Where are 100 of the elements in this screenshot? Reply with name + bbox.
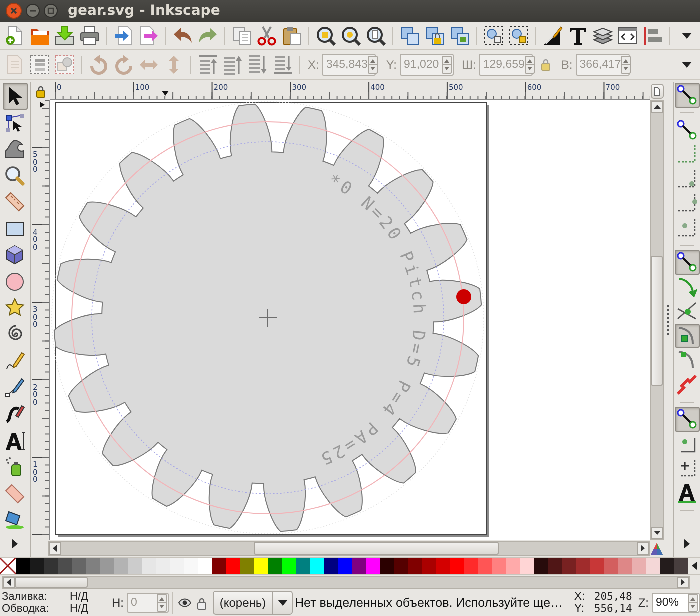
color-swatch[interactable] (394, 558, 408, 574)
scrollbar-thumb[interactable] (254, 542, 499, 555)
padlock-icon[interactable] (197, 596, 207, 610)
zoom-page-icon[interactable] (366, 26, 386, 46)
color-swatch[interactable] (86, 558, 100, 574)
color-swatch[interactable] (282, 558, 296, 574)
more-snap-icon[interactable] (684, 539, 690, 549)
printer-icon[interactable] (80, 26, 100, 46)
import-icon[interactable] (114, 26, 134, 46)
color-swatch[interactable] (72, 558, 86, 574)
color-swatch[interactable] (254, 558, 268, 574)
export-icon[interactable] (138, 26, 158, 46)
zoom-drawing-icon[interactable] (340, 26, 360, 46)
color-swatch[interactable] (520, 558, 534, 574)
minimize-icon[interactable] (26, 4, 40, 18)
ungroup-icon[interactable] (508, 26, 528, 46)
color-swatch[interactable] (170, 558, 184, 574)
close-icon[interactable] (6, 3, 22, 19)
color-swatch[interactable] (114, 558, 128, 574)
lower-to-bottom-icon[interactable] (272, 54, 292, 74)
align-icon[interactable] (642, 26, 662, 46)
new-document-icon[interactable] (4, 26, 24, 46)
download-tray-icon[interactable] (54, 26, 74, 46)
scroll-right-button[interactable] (677, 577, 689, 588)
color-swatch[interactable] (506, 558, 520, 574)
group-icon[interactable] (484, 26, 504, 46)
color-swatch[interactable] (618, 558, 632, 574)
color-swatch[interactable] (464, 558, 478, 574)
maximize-icon[interactable] (44, 4, 58, 18)
more-tools-icon[interactable] (12, 539, 18, 549)
corner-toggle-button[interactable] (650, 84, 664, 98)
color-swatch[interactable] (268, 558, 282, 574)
scroll-left-button[interactable] (3, 577, 15, 588)
invert-selection-icon[interactable] (54, 54, 74, 74)
layers-icon[interactable] (592, 26, 612, 46)
page-corner-icon[interactable] (654, 86, 660, 96)
color-swatch[interactable] (44, 558, 58, 574)
color-swatch[interactable] (226, 558, 240, 574)
color-swatch[interactable] (422, 558, 436, 574)
color-swatch[interactable] (184, 558, 198, 574)
color-swatch[interactable] (604, 558, 618, 574)
color-swatch[interactable] (156, 558, 170, 574)
color-swatch[interactable] (436, 558, 450, 574)
color-swatch[interactable] (590, 558, 604, 574)
spin-arrows-icon[interactable] (688, 594, 698, 612)
color-swatch[interactable] (58, 558, 72, 574)
select-all-icon[interactable] (30, 54, 50, 74)
caret-icon[interactable] (278, 600, 288, 606)
raise-to-top-icon[interactable] (198, 54, 218, 74)
overflow-caret-icon[interactable] (682, 32, 692, 38)
color-swatch[interactable] (296, 558, 310, 574)
eye-icon[interactable] (178, 598, 192, 608)
lower-icon[interactable] (248, 54, 268, 74)
clipboard-icon[interactable] (282, 26, 302, 46)
color-swatch[interactable] (338, 558, 352, 574)
scrollbar-thumb[interactable] (15, 577, 88, 588)
text-format-icon[interactable] (568, 26, 588, 46)
color-swatch[interactable] (674, 558, 688, 574)
padlock-icon[interactable] (36, 84, 46, 98)
color-swatch[interactable] (366, 558, 380, 574)
clone-icon[interactable] (424, 26, 444, 46)
layer-button[interactable]: (корень) (213, 591, 273, 615)
fill-stroke-icon[interactable] (542, 26, 562, 46)
color-swatch[interactable] (198, 558, 212, 574)
color-swatch[interactable] (660, 558, 674, 574)
color-swatch[interactable] (16, 558, 30, 574)
color-swatch[interactable] (100, 558, 114, 574)
raise-icon[interactable] (222, 54, 242, 74)
color-swatch[interactable] (310, 558, 324, 574)
undo-icon[interactable] (172, 26, 192, 46)
scroll-right-button[interactable] (637, 542, 649, 555)
color-swatch[interactable] (324, 558, 338, 574)
duplicate-icon[interactable] (232, 26, 252, 46)
color-swatch[interactable] (128, 558, 142, 574)
layer-dropdown-button[interactable] (273, 591, 293, 615)
right-arrow-icon[interactable] (641, 545, 645, 552)
color-swatch[interactable] (632, 558, 646, 574)
scroll-left-button[interactable] (49, 542, 61, 555)
color-swatch[interactable] (30, 558, 44, 574)
zoom-field[interactable]: 90% (652, 593, 700, 613)
left-triangle-icon[interactable] (692, 562, 696, 570)
drag-handle-icon[interactable] (667, 304, 670, 334)
color-swatch[interactable] (492, 558, 506, 574)
color-swatch[interactable] (240, 558, 254, 574)
scroll-up-button[interactable] (651, 101, 663, 113)
up-arrow-icon[interactable] (654, 105, 660, 109)
no-paint-icon[interactable] (0, 558, 16, 574)
scroll-down-button[interactable] (651, 527, 663, 539)
overflow-caret-icon[interactable] (682, 62, 692, 68)
color-swatch[interactable] (576, 558, 590, 574)
left-arrow-icon[interactable] (53, 545, 57, 552)
xml-editor-icon[interactable] (618, 26, 638, 46)
zoom-selection-icon[interactable] (316, 26, 336, 46)
dot-icon[interactable] (456, 290, 472, 304)
color-swatch[interactable] (646, 558, 660, 574)
color-swatch[interactable] (478, 558, 492, 574)
color-swatch[interactable] (450, 558, 464, 574)
down-arrow-icon[interactable] (654, 531, 660, 535)
color-swatch[interactable] (548, 558, 562, 574)
color-triangle-icon[interactable] (651, 542, 663, 554)
